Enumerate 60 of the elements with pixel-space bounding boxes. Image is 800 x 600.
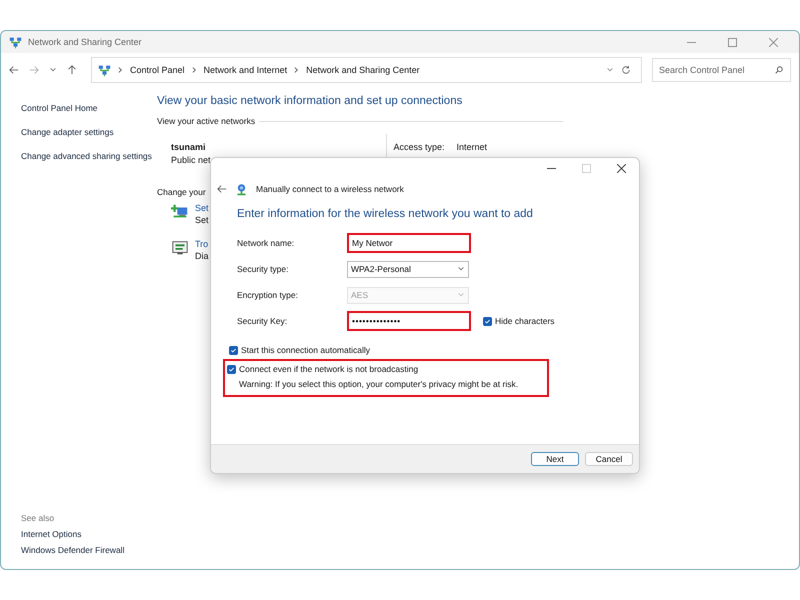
back-arrow-icon[interactable]	[217, 184, 227, 194]
chevron-down-icon[interactable]	[606, 66, 614, 74]
page-heading: View your basic network information and set up connections	[157, 95, 462, 107]
see-also-title: See also	[21, 513, 56, 523]
next-button[interactable]: Next	[531, 452, 579, 466]
sidebar-link[interactable]: Change advanced sharing settings	[21, 151, 157, 161]
task-link[interactable]: Tro	[195, 239, 209, 249]
hide-characters-checkbox[interactable]: Hide characters	[483, 316, 555, 326]
breadcrumb-item[interactable]: Network and Sharing Center	[306, 65, 420, 75]
task-link[interactable]: Set	[195, 203, 209, 213]
dialog-title: Manually connect to a wireless network	[256, 184, 404, 194]
check-icon	[230, 346, 237, 354]
task-description: Set	[195, 215, 209, 225]
search-field[interactable]: Search Control Panel	[652, 58, 791, 82]
warning-text: Warning: If you select this option, your computer's privacy might be at risk.	[239, 379, 520, 389]
network-name-field[interactable]: My Networ	[347, 233, 471, 253]
dialog-heading: Enter information for the wireless network you want to add	[237, 208, 534, 220]
maximize-icon	[582, 164, 591, 172]
checkbox[interactable]: Connect even if the network is not broadcasting	[227, 364, 537, 374]
up-arrow-icon[interactable]	[67, 65, 77, 75]
address-bar[interactable]: Control Panel Network and Internet Network and Sharing Center	[91, 57, 642, 83]
chevron-down-icon[interactable]	[49, 66, 57, 74]
check-icon	[228, 366, 235, 372]
chevron-right-icon	[118, 66, 123, 74]
access-type-value: Internet	[456, 142, 487, 154]
see-also-link[interactable]: Windows Defender Firewall	[21, 545, 157, 555]
chevron-down-icon	[457, 265, 465, 273]
breadcrumb-item[interactable]: Network and Internet	[204, 65, 288, 75]
field-label: Encryption type:	[237, 290, 299, 300]
close-icon[interactable]	[617, 164, 626, 172]
security-key-field[interactable]: ••••••••••••••	[347, 311, 471, 331]
monitor-icon	[171, 239, 189, 257]
sidebar-link[interactable]: Change adapter settings	[21, 127, 157, 137]
wireless-network-icon	[235, 182, 248, 196]
search-icon	[775, 66, 783, 74]
chevron-right-icon	[192, 66, 197, 74]
chevron-right-icon	[294, 66, 300, 74]
check-icon	[484, 318, 491, 324]
section-title: Change your	[157, 187, 206, 197]
back-arrow-icon[interactable]	[9, 65, 19, 75]
task-description: Dia	[195, 251, 209, 261]
network-type: Public net	[171, 155, 212, 165]
refresh-icon[interactable]	[621, 65, 631, 75]
network-icon	[9, 36, 22, 48]
field-label: Network name:	[237, 238, 296, 248]
network-icon	[98, 64, 111, 76]
network-name: tsunami	[171, 142, 207, 152]
field-label: Security Key:	[237, 316, 288, 326]
window-title: Network and Sharing Center	[28, 37, 142, 47]
cancel-button[interactable]: Cancel	[585, 452, 633, 466]
field-label: Security type:	[237, 264, 290, 274]
dropdown[interactable]: WPA2-Personal	[347, 260, 469, 278]
chevron-down-icon	[457, 291, 465, 299]
checkbox[interactable]: Start this connection automatically	[229, 345, 539, 355]
see-also-link[interactable]: Internet Options	[21, 529, 157, 539]
maximize-icon[interactable]	[728, 38, 737, 46]
access-type-label: Access type:	[393, 142, 444, 154]
section-title: View your active networks	[157, 116, 256, 126]
sidebar-link[interactable]: Control Panel Home	[21, 103, 157, 113]
breadcrumb-item[interactable]: Control Panel	[130, 65, 185, 75]
